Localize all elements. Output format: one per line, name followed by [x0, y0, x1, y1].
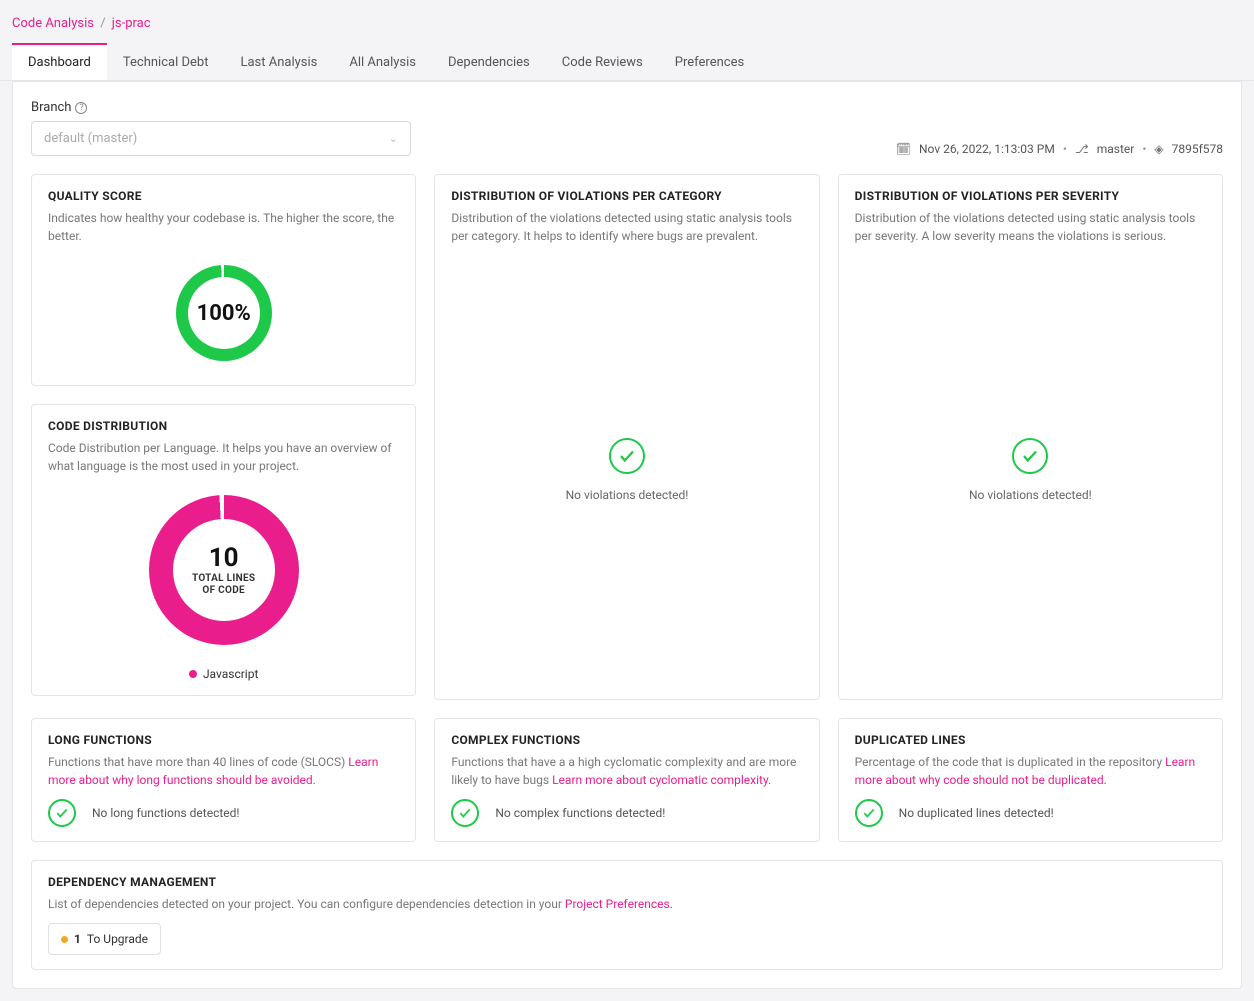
upgrade-count: 1: [74, 932, 81, 946]
card-long-functions: LONG FUNCTIONS Functions that have more …: [31, 718, 416, 842]
card-dependency-management: DEPENDENCY MANAGEMENT List of dependenci…: [31, 860, 1223, 970]
card-desc: Distribution of the violations detected …: [855, 209, 1206, 245]
total-lines-value: 10: [209, 543, 239, 573]
card-title: DISTRIBUTION OF VIOLATIONS PER CATEGORY: [451, 189, 802, 203]
quality-score-value: 100%: [188, 277, 260, 349]
card-title: COMPLEX FUNCTIONS: [451, 733, 802, 747]
legend-label: Javascript: [203, 667, 258, 681]
meta-row: 🗓 Nov 26, 2022, 1:13:03 PM • ⎇ master • …: [896, 142, 1223, 156]
card-title: LONG FUNCTIONS: [48, 733, 399, 747]
meta-commit: 7895f578: [1172, 142, 1223, 156]
breadcrumb-sep: /: [100, 16, 105, 31]
card-desc: Code Distribution per Language. It helps…: [48, 439, 399, 475]
chevron-down-icon: ⌄: [389, 132, 398, 145]
breadcrumb-root[interactable]: Code Analysis: [12, 16, 94, 31]
content: Branch ? default (master) ⌄ 🗓 Nov 26, 20…: [12, 81, 1242, 989]
card-title: DUPLICATED LINES: [855, 733, 1206, 747]
check-icon: [609, 438, 645, 474]
breadcrumb-current: js-prac: [112, 16, 151, 31]
card-desc: Functions that have more than 40 lines o…: [48, 753, 399, 789]
branch-icon: ⎇: [1075, 142, 1089, 156]
legend: Javascript: [48, 667, 399, 681]
breadcrumb: Code Analysis / js-prac: [0, 0, 1254, 43]
desc-text: List of dependencies detected on your pr…: [48, 897, 565, 911]
desc-text: Percentage of the code that is duplicate…: [855, 755, 1165, 769]
tabs: Dashboard Technical Debt Last Analysis A…: [0, 43, 1254, 81]
result-text: No duplicated lines detected!: [899, 806, 1054, 820]
branch-label-text: Branch: [31, 100, 71, 115]
meta-dot: •: [1063, 142, 1067, 156]
total-lines-label2: OF CODE: [202, 585, 245, 597]
empty-text: No violations detected!: [566, 488, 689, 502]
learn-more-link[interactable]: Learn more about cyclomatic complexity.: [552, 773, 771, 787]
tab-preferences[interactable]: Preferences: [659, 43, 760, 80]
card-desc: List of dependencies detected on your pr…: [48, 895, 1206, 913]
branch-select[interactable]: default (master) ⌄: [31, 121, 411, 156]
code-dist-donut: 10 TOTAL LINES OF CODE: [149, 495, 299, 645]
card-desc: Distribution of the violations detected …: [451, 209, 802, 245]
result-text: No complex functions detected!: [495, 806, 665, 820]
tab-technical-debt[interactable]: Technical Debt: [107, 43, 225, 80]
total-lines-label1: TOTAL LINES: [192, 573, 255, 585]
meta-dot: •: [1142, 142, 1146, 156]
meta-timestamp: Nov 26, 2022, 1:13:03 PM: [919, 142, 1055, 156]
branch-group: Branch ? default (master) ⌄: [31, 100, 411, 156]
meta-branch: master: [1097, 142, 1135, 156]
card-quality-score: QUALITY SCORE Indicates how healthy your…: [31, 174, 416, 386]
card-duplicated-lines: DUPLICATED LINES Percentage of the code …: [838, 718, 1223, 842]
upgrade-label: To Upgrade: [87, 932, 148, 946]
check-icon: [451, 799, 479, 827]
card-violations-severity: DISTRIBUTION OF VIOLATIONS PER SEVERITY …: [838, 174, 1223, 700]
tab-dependencies[interactable]: Dependencies: [432, 43, 546, 80]
card-desc: Percentage of the code that is duplicate…: [855, 753, 1206, 789]
card-desc: Indicates how healthy your codebase is. …: [48, 209, 399, 245]
empty-text: No violations detected!: [969, 488, 1092, 502]
card-violations-category: DISTRIBUTION OF VIOLATIONS PER CATEGORY …: [434, 174, 819, 700]
commit-icon: ◈: [1154, 142, 1163, 156]
card-complex-functions: COMPLEX FUNCTIONS Functions that have a …: [434, 718, 819, 842]
legend-dot-icon: [189, 670, 197, 678]
status-dot-icon: [61, 936, 68, 943]
tab-all-analysis[interactable]: All Analysis: [333, 43, 432, 80]
card-desc: Functions that have a a high cyclomatic …: [451, 753, 802, 789]
project-preferences-link[interactable]: Project Preferences.: [565, 897, 673, 911]
check-icon: [1012, 438, 1048, 474]
card-title: DISTRIBUTION OF VIOLATIONS PER SEVERITY: [855, 189, 1206, 203]
card-title: DEPENDENCY MANAGEMENT: [48, 875, 1206, 889]
check-icon: [855, 799, 883, 827]
check-icon: [48, 799, 76, 827]
branch-selected: default (master): [44, 131, 137, 146]
quality-donut: 100%: [176, 265, 272, 361]
card-code-distribution: CODE DISTRIBUTION Code Distribution per …: [31, 404, 416, 696]
result-text: No long functions detected!: [92, 806, 240, 820]
calendar-icon: 🗓: [896, 142, 911, 156]
branch-label: Branch ?: [31, 100, 411, 115]
desc-text: Functions that have more than 40 lines o…: [48, 755, 348, 769]
card-title: CODE DISTRIBUTION: [48, 419, 399, 433]
tab-code-reviews[interactable]: Code Reviews: [546, 43, 659, 80]
help-icon[interactable]: ?: [75, 102, 87, 114]
card-title: QUALITY SCORE: [48, 189, 399, 203]
tab-last-analysis[interactable]: Last Analysis: [224, 43, 333, 80]
tab-dashboard[interactable]: Dashboard: [12, 43, 107, 80]
